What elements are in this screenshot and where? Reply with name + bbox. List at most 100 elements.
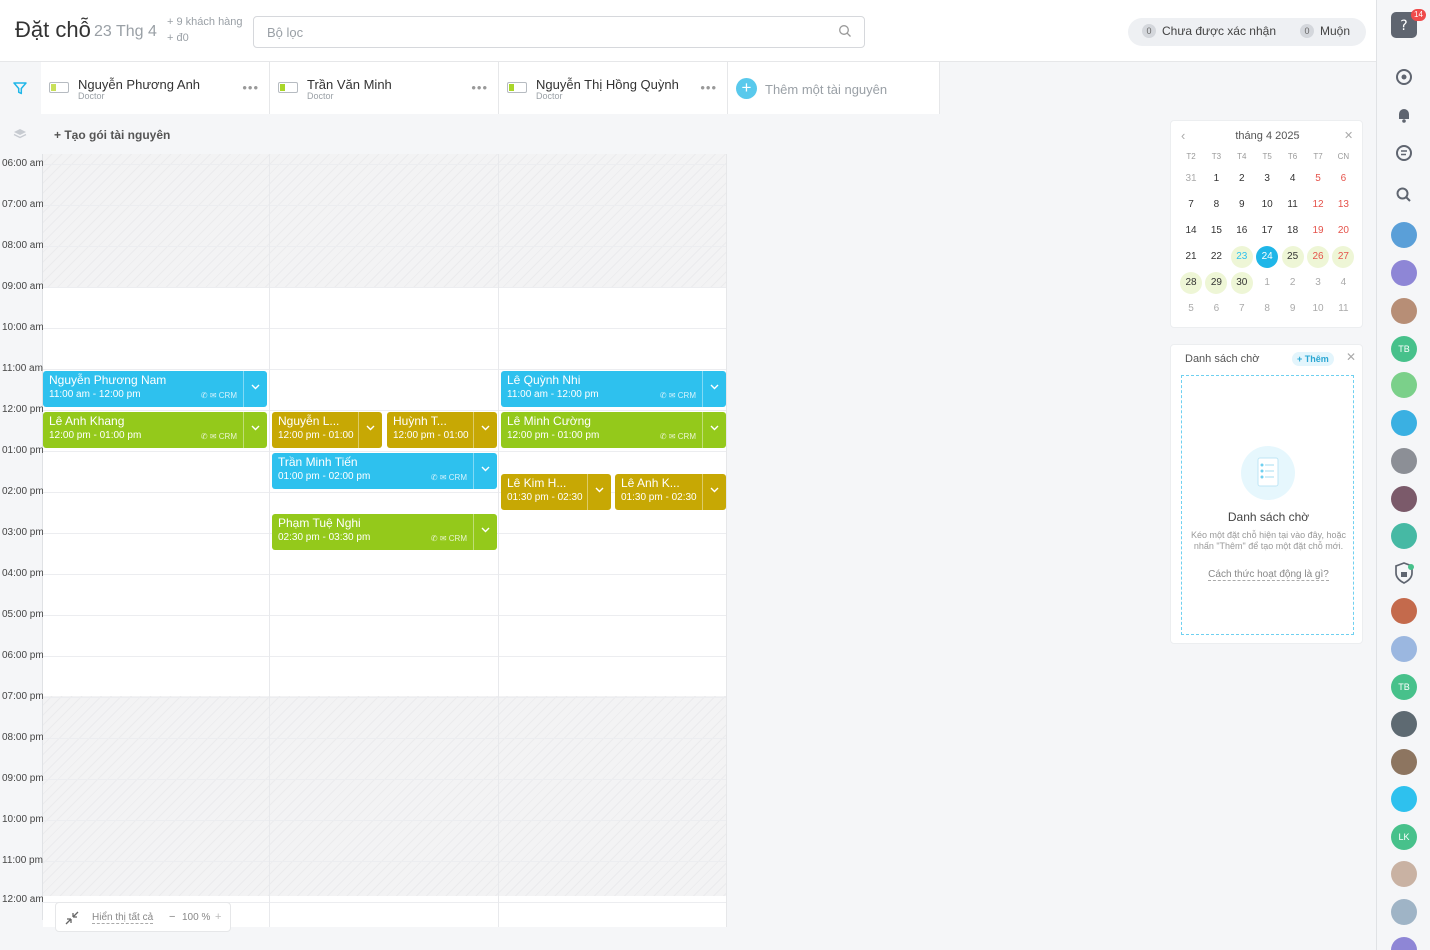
calendar-day[interactable]: 9 (1282, 298, 1304, 320)
calendar-day[interactable]: 28 (1180, 272, 1202, 294)
calendar-day[interactable]: 10 (1307, 298, 1329, 320)
bell-icon[interactable] (1391, 102, 1417, 128)
zoom-out-button[interactable]: − (169, 911, 175, 923)
chevron-down-icon[interactable] (473, 412, 497, 448)
calendar-day[interactable]: 26 (1307, 246, 1329, 268)
calendar-day[interactable]: 5 (1307, 168, 1329, 190)
bookmark-icon[interactable] (1391, 410, 1417, 436)
calendar-day[interactable]: 2 (1231, 168, 1253, 190)
unconfirmed-pill[interactable]: 0 Chưa được xác nhận (1142, 24, 1276, 38)
collapse-icon[interactable] (64, 910, 80, 931)
chevron-down-icon[interactable] (702, 412, 726, 448)
chevron-down-icon[interactable] (243, 412, 267, 448)
show-all-button[interactable]: Hiển thị tất cả (92, 912, 154, 924)
calendar-day[interactable]: 2 (1282, 272, 1304, 294)
target-icon[interactable] (1391, 64, 1417, 90)
calendar-day[interactable]: 11 (1282, 194, 1304, 216)
calendar-day[interactable]: 7 (1231, 298, 1253, 320)
avatar[interactable] (1391, 448, 1417, 474)
waitlist-dropzone[interactable]: Danh sách chờ Kéo một đặt chỗ hiện tại v… (1181, 375, 1354, 635)
resource-column-header[interactable]: Trần Văn Minh Doctor ••• (270, 62, 499, 114)
booking-card[interactable]: Nguyễn Phương Nam 11:00 am - 12:00 pm ✆ … (43, 371, 267, 407)
chevron-down-icon[interactable] (243, 371, 267, 407)
more-options-icon[interactable]: ••• (242, 80, 259, 95)
calendar-day[interactable]: 23 (1230, 246, 1253, 268)
avatar[interactable] (1391, 749, 1417, 775)
calendar-day[interactable]: 12 (1307, 194, 1329, 216)
calendar-day[interactable]: 3 (1307, 272, 1329, 294)
calendar-day[interactable]: 14 (1180, 220, 1202, 242)
calendar-day[interactable]: 24 (1256, 246, 1279, 268)
close-icon[interactable]: ✕ (1346, 350, 1356, 364)
calendar-day[interactable]: 4 (1282, 168, 1304, 190)
avatar[interactable] (1391, 899, 1417, 925)
filter-search-input[interactable]: Bộ lọc (253, 16, 865, 48)
avatar[interactable] (1391, 598, 1417, 624)
avatar[interactable] (1391, 486, 1417, 512)
booking-card[interactable]: Lê Minh Cường 12:00 pm - 01:00 pm ✆ ✉ CR… (501, 412, 726, 448)
zoom-in-button[interactable]: + (215, 911, 221, 923)
late-pill[interactable]: 0 Muộn (1300, 24, 1350, 38)
calendar-day[interactable]: 31 (1180, 168, 1202, 190)
how-it-works-link[interactable]: Cách thức hoạt động là gì? (1182, 569, 1355, 581)
booking-card[interactable]: Nguyễn L... 12:00 pm - 01:00 (272, 412, 382, 448)
resource-column-header[interactable]: Nguyễn Thị Hồng Quỳnh Doctor ••• (499, 62, 728, 114)
chevron-down-icon[interactable] (702, 474, 726, 510)
calendar-icon[interactable] (1391, 523, 1417, 549)
booking-card[interactable]: Lê Anh Khang 12:00 pm - 01:00 pm ✆ ✉ CRM (43, 412, 267, 448)
calendar-day[interactable]: 15 (1205, 220, 1227, 242)
avatar[interactable] (1391, 711, 1417, 737)
calendar-day[interactable]: 1 (1205, 168, 1227, 190)
message-icon[interactable] (1391, 786, 1417, 812)
next-month-icon[interactable]: › (1295, 128, 1299, 143)
calendar-day[interactable]: 3 (1256, 168, 1278, 190)
calendar-day[interactable]: 18 (1282, 220, 1304, 242)
current-date[interactable]: 23 Thg 4 (94, 23, 157, 41)
calendar-day[interactable]: 25 (1281, 246, 1304, 268)
avatar[interactable] (1391, 298, 1417, 324)
calendar-day[interactable]: 1 (1256, 272, 1278, 294)
group-icon[interactable] (1391, 260, 1417, 286)
calendar-day[interactable]: 22 (1205, 246, 1227, 268)
create-package-button[interactable]: + Tạo gói tài nguyên (54, 128, 170, 142)
resource-column-header[interactable]: Nguyễn Phương Anh Doctor ••• (41, 62, 270, 114)
shield-lock-icon[interactable] (1391, 560, 1417, 586)
calendar-day[interactable]: 30 (1230, 272, 1253, 294)
avatar[interactable]: TB (1391, 674, 1417, 700)
calendar-day[interactable]: 11 (1332, 298, 1354, 320)
booking-card[interactable]: Trần Minh Tiến 01:00 pm - 02:00 pm ✆ ✉ C… (272, 453, 497, 489)
calendar-day[interactable]: 6 (1205, 298, 1227, 320)
calendar-day[interactable]: 6 (1332, 168, 1354, 190)
add-resource-button[interactable]: + Thêm một tài nguyên (728, 62, 940, 114)
chevron-down-icon[interactable] (473, 514, 497, 550)
calendar-day[interactable]: 21 (1180, 246, 1202, 268)
search-icon[interactable] (1391, 182, 1417, 208)
chevron-down-icon[interactable] (358, 412, 382, 448)
booking-card[interactable]: Huỳnh T... 12:00 pm - 01:00 (387, 412, 497, 448)
calendar-day[interactable]: 17 (1256, 220, 1278, 242)
calendar-day[interactable]: 29 (1205, 272, 1228, 294)
avatar[interactable]: LK (1391, 824, 1417, 850)
booking-card[interactable]: Lê Kim H... 01:30 pm - 02:30 (501, 474, 611, 510)
calendar-day[interactable]: 9 (1231, 194, 1253, 216)
calendar-day[interactable]: 19 (1307, 220, 1329, 242)
waitlist-add-button[interactable]: + Thêm (1292, 352, 1334, 366)
chevron-down-icon[interactable] (473, 453, 497, 489)
booking-card[interactable]: Lê Quỳnh Nhi 11:00 am - 12:00 pm ✆ ✉ CRM (501, 371, 726, 407)
close-calendar-icon[interactable]: ✕ (1344, 129, 1353, 142)
schedule-grid[interactable]: Nguyễn Phương Nam 11:00 am - 12:00 pm ✆ … (43, 154, 727, 927)
avatar[interactable] (1391, 937, 1417, 950)
more-options-icon[interactable]: ••• (700, 80, 717, 95)
layers-icon[interactable] (13, 127, 27, 145)
calendar-day[interactable]: 13 (1332, 194, 1354, 216)
calendar-day[interactable]: 8 (1256, 298, 1278, 320)
calendar-day[interactable]: 7 (1180, 194, 1202, 216)
calendar-day[interactable]: 8 (1205, 194, 1227, 216)
booking-card[interactable]: Phạm Tuệ Nghi 02:30 pm - 03:30 pm ✆ ✉ CR… (272, 514, 497, 550)
calendar-day[interactable]: 27 (1332, 246, 1355, 268)
avatar[interactable] (1391, 861, 1417, 887)
avatar[interactable] (1391, 636, 1417, 662)
calendar-day[interactable]: 16 (1231, 220, 1253, 242)
search-icon[interactable] (838, 24, 852, 43)
calendar-day[interactable]: 5 (1180, 298, 1202, 320)
